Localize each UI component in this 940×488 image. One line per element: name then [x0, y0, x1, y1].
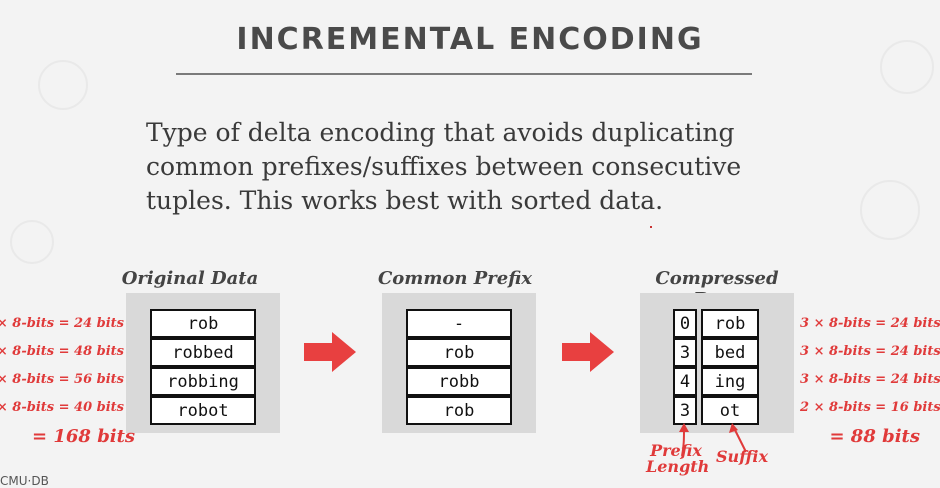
suffix-cell: rob — [701, 309, 759, 338]
compressed-total: = 88 bits — [829, 426, 920, 447]
watermark-circle — [10, 220, 54, 264]
original-row: rob — [150, 309, 256, 338]
original-data-label: Original Data — [121, 268, 259, 289]
suffix-cell: ing — [701, 367, 759, 396]
original-size-annotation: 3 × 8-bits = 24 bits — [0, 316, 124, 331]
original-size-annotation: 5 × 8-bits = 40 bits — [0, 400, 124, 415]
compressed-size-annotation: 2 × 8-bits = 16 bits — [800, 400, 940, 415]
compressed-size-annotation: 3 × 8-bits = 24 bits — [800, 372, 940, 387]
original-row: robbing — [150, 367, 256, 396]
original-size-annotation: 6 × 8-bits = 48 bits — [0, 344, 124, 359]
prefix-length-label: Prefix Length — [646, 441, 710, 476]
laser-dot — [650, 226, 652, 228]
common-prefix-label: Common Prefix — [377, 268, 533, 289]
prefix-row: rob — [406, 396, 512, 425]
suffix-cell: bed — [701, 338, 759, 367]
compressed-size-annotation: 3 × 8-bits = 24 bits — [800, 344, 940, 359]
watermark-circle — [38, 60, 88, 110]
prefix-row: rob — [406, 338, 512, 367]
original-size-annotation: 7 × 8-bits = 56 bits — [0, 372, 124, 387]
prefix-length-cell: 0 — [673, 309, 697, 338]
original-row: robot — [150, 396, 256, 425]
compressed-size-annotation: 3 × 8-bits = 24 bits — [800, 316, 940, 331]
original-total: = 168 bits — [32, 426, 136, 447]
title-divider — [176, 73, 752, 75]
right-arrow-icon — [304, 332, 356, 372]
prefix-row: - — [406, 309, 512, 338]
slide-body-text: Type of delta encoding that avoids dupli… — [146, 118, 742, 215]
suffix-label: Suffix — [716, 447, 769, 466]
prefix-length-cell: 4 — [673, 367, 697, 396]
original-row: robbed — [150, 338, 256, 367]
slide-title: INCREMENTAL ENCODING — [236, 22, 704, 57]
watermark-circle — [860, 180, 920, 240]
prefix-row: robb — [406, 367, 512, 396]
right-arrow-icon — [562, 332, 614, 372]
prefix-length-cell: 3 — [673, 338, 697, 367]
